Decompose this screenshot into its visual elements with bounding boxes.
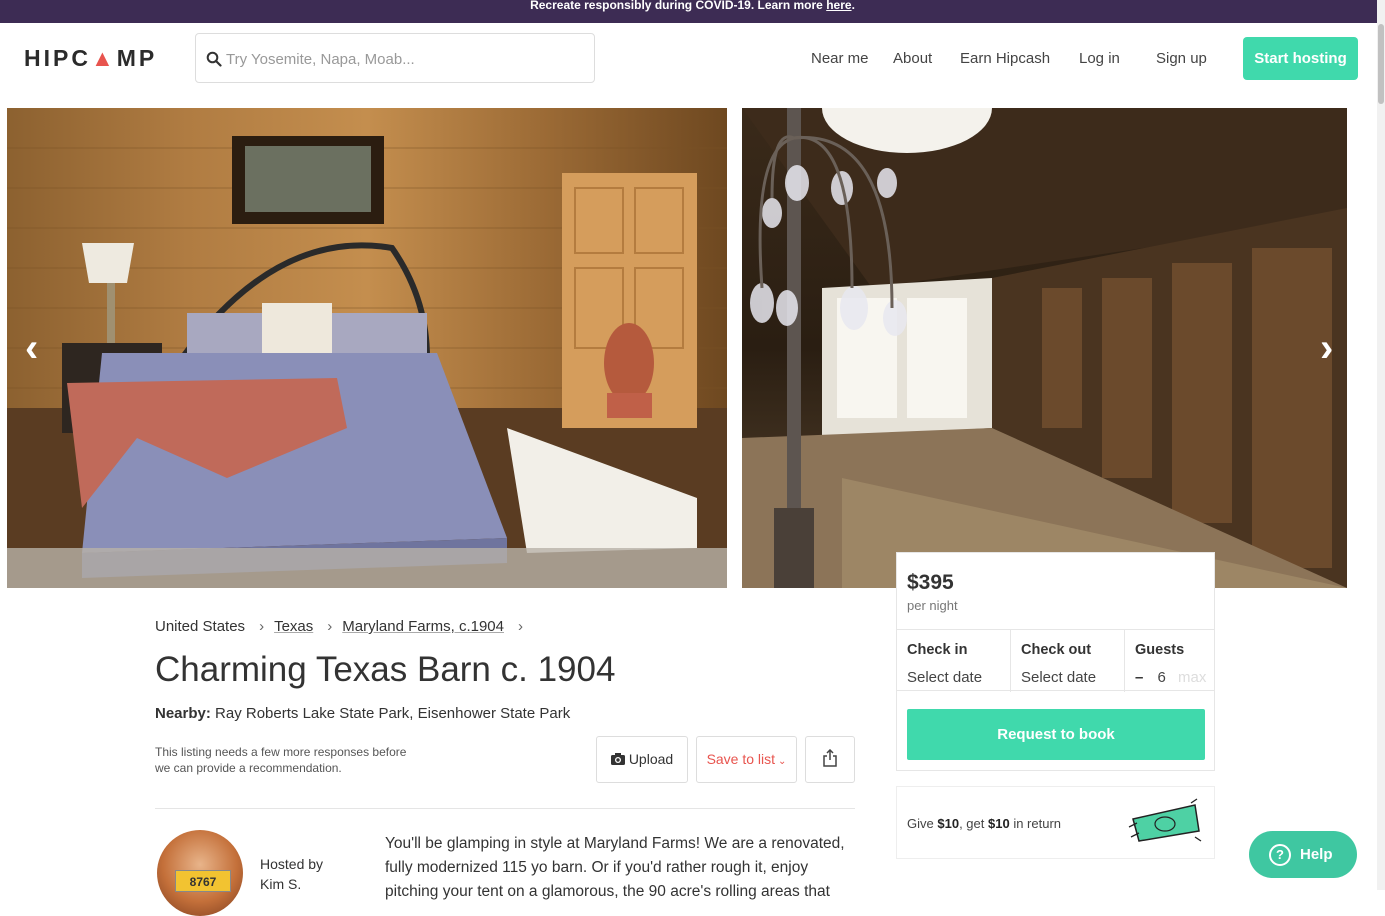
guests-max: max bbox=[1178, 669, 1207, 686]
check-in-value: Select date bbox=[907, 669, 983, 686]
upload-button[interactable]: Upload bbox=[596, 736, 688, 783]
request-to-book-button[interactable]: Request to book bbox=[907, 709, 1205, 760]
nav-sign-up[interactable]: Sign up bbox=[1156, 50, 1207, 67]
start-hosting-button[interactable]: Start hosting bbox=[1243, 37, 1358, 80]
breadcrumb: United States › Texas › Maryland Farms, c.19… bbox=[155, 618, 533, 635]
banner-link[interactable]: here bbox=[826, 0, 851, 12]
per-night-label: per night bbox=[907, 598, 958, 613]
guests-count: 6 bbox=[1157, 669, 1166, 686]
hipcamp-logo[interactable]: HIPC▲MP bbox=[24, 45, 157, 72]
referral-card[interactable]: Give $10, get $10 in return bbox=[896, 786, 1215, 859]
breadcrumb-separator: › bbox=[517, 618, 523, 635]
check-in-field[interactable]: Check in Select date bbox=[897, 630, 1011, 692]
share-button[interactable] bbox=[805, 736, 855, 783]
recommendation-note: This listing needs a few more responses … bbox=[155, 745, 407, 775]
license-plate: 8767 bbox=[175, 870, 231, 892]
guests-label: Guests bbox=[1135, 642, 1185, 658]
referral-text: Give $10, get $10 in return bbox=[907, 816, 1062, 831]
referral-suffix: in return bbox=[1013, 816, 1062, 831]
banner-text: Recreate responsibly during COVID-19. Le… bbox=[530, 0, 823, 12]
nav-near-me[interactable]: Near me bbox=[811, 50, 869, 67]
referral-get-amount: $10 bbox=[988, 816, 1010, 831]
nav-log-in[interactable]: Log in bbox=[1079, 50, 1120, 67]
nearby-label: Nearby: bbox=[155, 705, 211, 722]
section-divider bbox=[155, 808, 855, 809]
gallery-photo-barn[interactable]: › bbox=[742, 108, 1347, 588]
referral-give: Give bbox=[907, 816, 934, 831]
covid-banner: Recreate responsibly during COVID-19. Le… bbox=[0, 0, 1385, 23]
booking-fields: Check in Select date Check out Select da… bbox=[897, 629, 1214, 692]
check-out-field[interactable]: Check out Select date bbox=[1010, 630, 1125, 692]
gallery-photo-bedroom[interactable]: ‹ bbox=[7, 108, 727, 588]
hosted-by-label: Hosted by bbox=[260, 856, 324, 872]
nearby-line: Nearby: Ray Roberts Lake State Park, Eis… bbox=[155, 705, 570, 722]
nearby-value: Ray Roberts Lake State Park, Eisenhower … bbox=[215, 705, 571, 722]
breadcrumb-country[interactable]: United States bbox=[155, 618, 245, 635]
bedroom-illustration bbox=[7, 136, 727, 588]
breadcrumb-separator: › bbox=[259, 618, 265, 635]
check-out-label: Check out bbox=[1021, 642, 1092, 658]
breadcrumb-property[interactable]: Maryland Farms, c.1904 bbox=[342, 618, 504, 635]
share-icon bbox=[823, 748, 837, 767]
banner-end: . bbox=[851, 0, 855, 12]
search-input[interactable] bbox=[226, 48, 576, 70]
listing-description: You'll be glamping in style at Maryland … bbox=[385, 835, 845, 900]
scrollbar-thumb[interactable] bbox=[1378, 24, 1384, 104]
search-icon bbox=[206, 51, 222, 67]
chevron-right-icon[interactable]: › bbox=[1320, 328, 1333, 368]
nav-about[interactable]: About bbox=[893, 50, 932, 67]
breadcrumb-state[interactable]: Texas bbox=[274, 618, 313, 635]
guests-field: Guests – 6 max bbox=[1124, 630, 1214, 692]
help-label: Help bbox=[1300, 846, 1333, 863]
check-in-label: Check in bbox=[907, 642, 968, 658]
check-out-value: Select date bbox=[1021, 669, 1097, 686]
referral-get: get bbox=[966, 816, 985, 831]
host-avatar[interactable]: 8767 bbox=[157, 830, 243, 916]
save-to-list-label: Save to list bbox=[706, 751, 776, 767]
minus-icon[interactable]: – bbox=[1135, 669, 1143, 686]
listing-title: Charming Texas Barn c. 1904 bbox=[155, 650, 616, 689]
chevron-down-icon: ⌄ bbox=[778, 756, 787, 767]
booking-card: $395 per night Check in Select date Chec… bbox=[896, 552, 1215, 771]
search-box[interactable] bbox=[195, 33, 595, 83]
scrollbar[interactable] bbox=[1377, 0, 1385, 890]
breadcrumb-separator: › bbox=[327, 618, 333, 635]
question-icon: ? bbox=[1269, 844, 1291, 866]
camera-icon bbox=[610, 753, 625, 765]
referral-give-amount: $10 bbox=[937, 816, 960, 831]
nav-earn-hipcash[interactable]: Earn Hipcash bbox=[960, 50, 1050, 67]
guests-stepper[interactable]: – 6 max bbox=[1135, 669, 1206, 686]
save-to-list-button[interactable]: Save to list ⌄ bbox=[696, 736, 797, 783]
money-illustration-icon bbox=[1128, 798, 1202, 842]
chevron-left-icon[interactable]: ‹ bbox=[25, 328, 38, 368]
help-button[interactable]: ? Help bbox=[1249, 831, 1357, 878]
site-header: HIPC▲MP Near me About Earn Hipcash Log i… bbox=[0, 23, 1377, 103]
barn-illustration bbox=[742, 108, 1347, 588]
price: $395 bbox=[907, 571, 954, 594]
upload-label: Upload bbox=[628, 751, 674, 767]
